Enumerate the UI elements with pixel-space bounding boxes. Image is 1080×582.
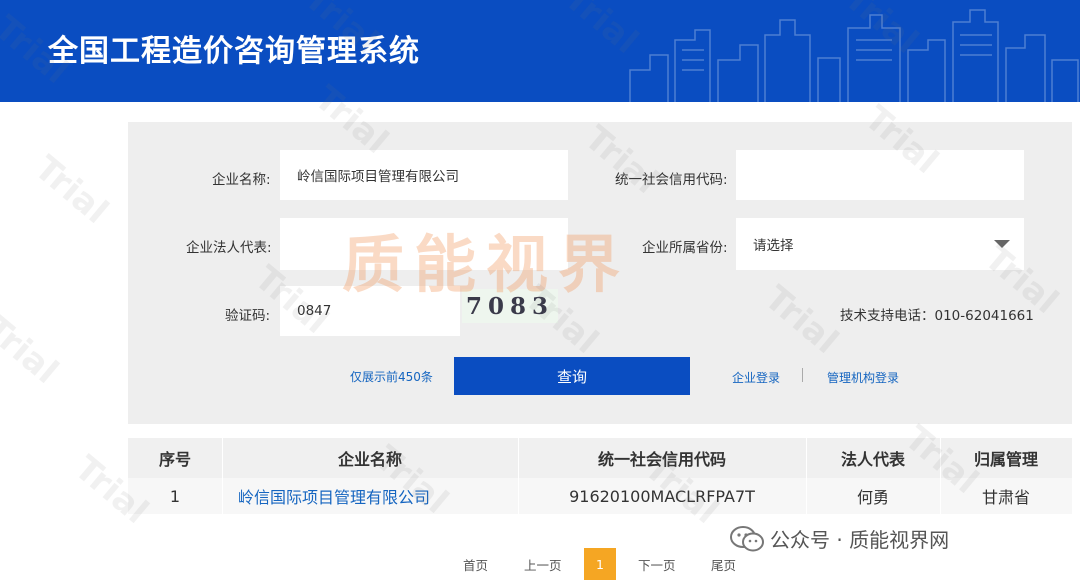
page-prev[interactable]: 上一页 (524, 548, 562, 580)
agency-login-link[interactable]: 管理机构登录 (827, 369, 899, 386)
column-header-credit-code: 统一社会信用代码 (597, 450, 726, 469)
wechat-watermark-text: 公众号 · 质能视界网 (770, 528, 950, 552)
table-cell-index: 1 (169, 486, 181, 506)
column-header-legal-rep: 法人代表 (840, 450, 905, 469)
page-first[interactable]: 首页 (463, 548, 488, 580)
wechat-icon (730, 525, 764, 551)
trial-watermark: Trial (26, 148, 116, 232)
result-limit-note: 仅展示前450条 (350, 370, 433, 384)
page-current[interactable]: 1 (584, 548, 616, 580)
column-header-company: 企业名称 (337, 450, 402, 469)
table-cell-company-link[interactable]: 岭信国际项目管理有限公司 (238, 478, 518, 514)
page-next[interactable]: 下一页 (638, 548, 676, 580)
link-divider (802, 368, 803, 382)
province-select[interactable]: 请选择 (736, 218, 1024, 270)
credit-code-input[interactable] (736, 150, 1024, 200)
column-header-province: 归属管理 (973, 450, 1038, 469)
wechat-watermark: 公众号 · 质能视界网 (730, 524, 949, 553)
chevron-down-icon (994, 240, 1010, 248)
table-cell-province: 甘肃省 (981, 488, 1030, 507)
legal-rep-label: 企业法人代表: (186, 240, 272, 256)
company-name-input[interactable] (280, 150, 568, 200)
captcha-label: 验证码: (225, 308, 271, 324)
table-cell-legal-rep: 何勇 (856, 488, 889, 507)
table-cell-credit-code: 91620100MACLRFPA7T (569, 486, 755, 506)
city-skyline-icon (629, 9, 1079, 102)
company-name-label: 企业名称: (212, 172, 271, 188)
page-title: 全国工程造价咨询管理系统 (48, 34, 420, 69)
trial-watermark: Trial (0, 308, 66, 392)
column-header-index: 序号 (158, 450, 191, 469)
support-phone: 技术支持电话：010-62041661 (840, 308, 1034, 324)
query-button[interactable]: 查询 (454, 357, 690, 395)
credit-code-label: 统一社会信用代码: (615, 172, 728, 188)
header-banner: 全国工程造价咨询管理系统 (0, 0, 1080, 102)
company-login-link[interactable]: 企业登录 (732, 369, 780, 386)
province-select-value: 请选择 (753, 238, 794, 254)
brand-watermark: 质能视界 (342, 228, 631, 301)
province-label: 企业所属省份: (642, 240, 728, 256)
